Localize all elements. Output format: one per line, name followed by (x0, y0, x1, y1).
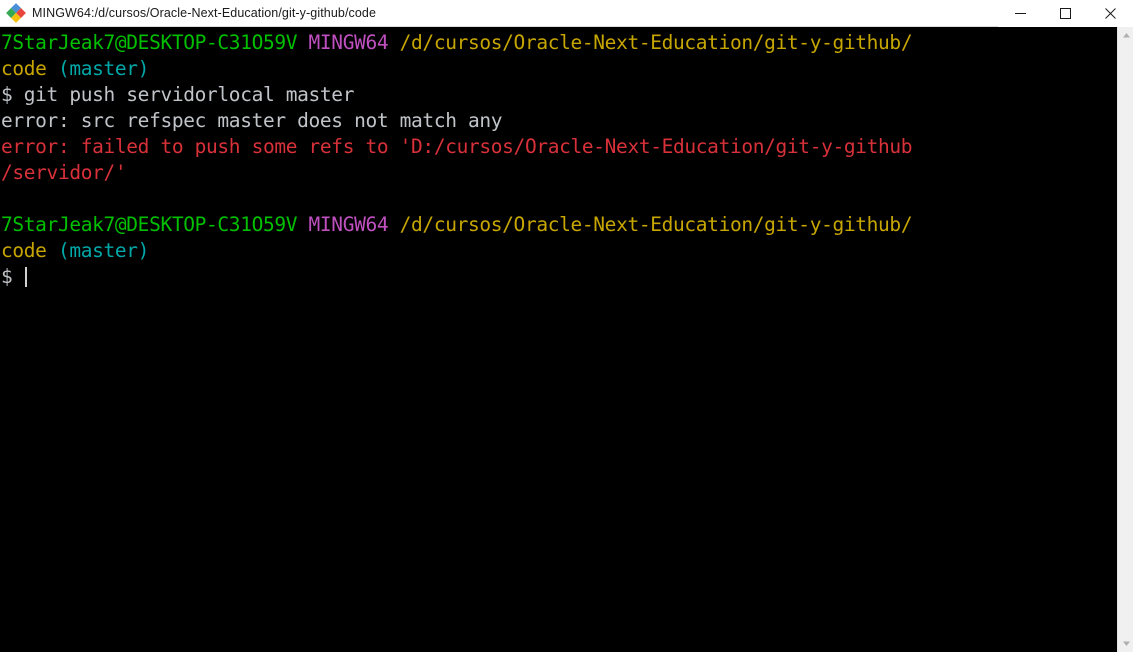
terminal-line: code (master) (1, 56, 1117, 82)
terminal-text-segment: MINGW64 (308, 213, 389, 236)
close-button[interactable] (1088, 0, 1133, 27)
scroll-up-button[interactable] (1118, 27, 1133, 44)
terminal-line: 7StarJeak7@DESKTOP-C31O59V MINGW64 /d/cu… (1, 212, 1117, 238)
terminal-text-segment: /d/cursos/Oracle-Next-Education/git-y-gi… (399, 31, 913, 54)
terminal-line: error: failed to push some refs to 'D:/c… (1, 134, 1117, 160)
text-cursor (24, 267, 27, 287)
window-controls (998, 0, 1133, 27)
terminal-text-segment: error: src refspec master does not match… (1, 109, 503, 132)
terminal-text-segment: $ (1, 265, 24, 288)
minimize-button[interactable] (998, 0, 1043, 27)
terminal-text-segment: /servidor/' (1, 161, 127, 184)
terminal-line (1, 186, 1117, 212)
terminal-text-segment: (master) (57, 239, 150, 262)
terminal-text-segment: MINGW64 (308, 31, 389, 54)
window-title: MINGW64:/d/cursos/Oracle-Next-Education/… (32, 6, 377, 20)
terminal-text-segment: (master) (57, 57, 150, 80)
terminal-text-segment: $ git push servidorlocal master (1, 83, 355, 106)
terminal-output[interactable]: 7StarJeak7@DESKTOP-C31O59V MINGW64 /d/cu… (0, 27, 1117, 652)
terminal-text-segment: /d/cursos/Oracle-Next-Education/git-y-gi… (399, 213, 913, 236)
terminal-line: $ (1, 264, 1117, 290)
terminal-line: error: src refspec master does not match… (1, 108, 1117, 134)
scrollbar-thumb[interactable] (1118, 44, 1133, 632)
vertical-scrollbar[interactable] (1117, 27, 1133, 652)
git-bash-diamond-icon (6, 3, 26, 23)
maximize-button[interactable] (1043, 0, 1088, 27)
terminal-text-segment: 7StarJeak7@DESKTOP-C31O59V (1, 213, 298, 236)
terminal-line: 7StarJeak7@DESKTOP-C31O59V MINGW64 /d/cu… (1, 30, 1117, 56)
terminal-text-segment: code (1, 239, 47, 262)
terminal-line: $ git push servidorlocal master (1, 82, 1117, 108)
terminal-text-segment: 7StarJeak7@DESKTOP-C31O59V (1, 31, 298, 54)
terminal-line: code (master) (1, 238, 1117, 264)
scroll-down-button[interactable] (1118, 635, 1133, 652)
git-bash-window: MINGW64:/d/cursos/Oracle-Next-Education/… (0, 0, 1133, 652)
terminal-text-segment: error: failed to push some refs to 'D:/c… (1, 135, 913, 158)
terminal-text-segment: code (1, 57, 47, 80)
title-bar[interactable]: MINGW64:/d/cursos/Oracle-Next-Education/… (0, 0, 1133, 27)
terminal-line: /servidor/' (1, 160, 1117, 186)
